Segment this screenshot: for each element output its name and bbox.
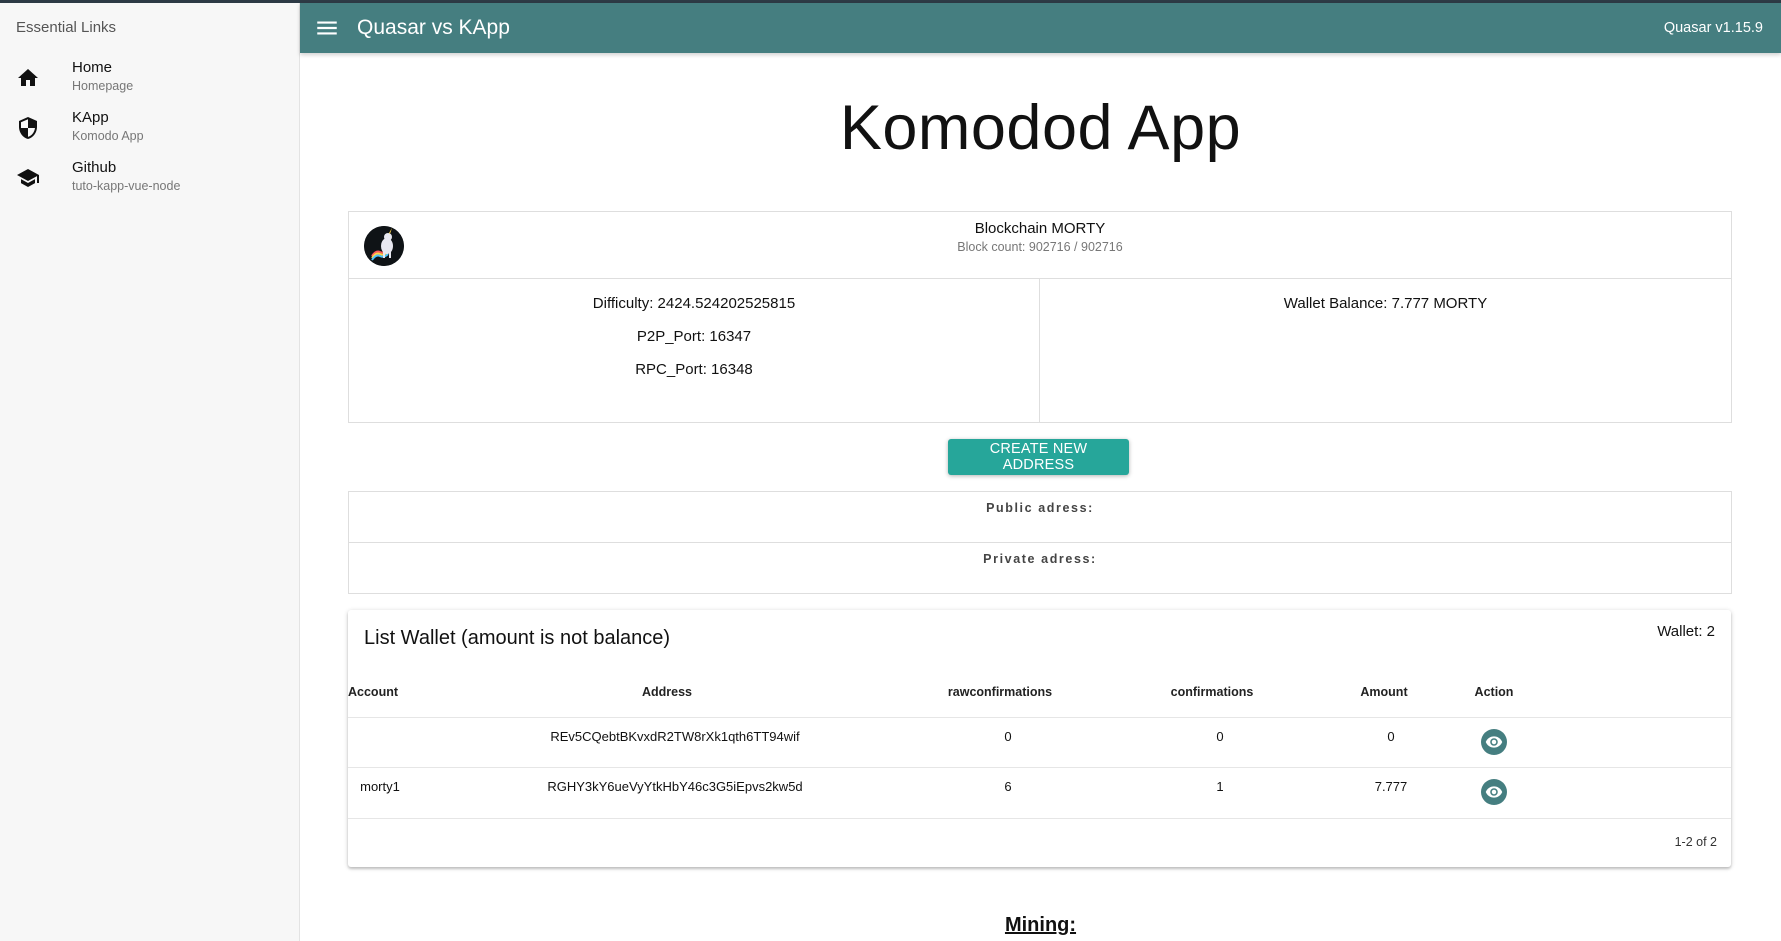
column-header-confirmations[interactable]: confirmations — [1122, 685, 1302, 699]
sidebar-item-github[interactable]: Github tuto-kapp-vue-node — [0, 153, 299, 203]
page-title: Komodod App — [839, 93, 1242, 163]
column-header-rawconfirmations[interactable]: rawconfirmations — [910, 685, 1090, 699]
column-header-amount[interactable]: Amount — [1294, 685, 1474, 699]
eye-icon — [1485, 736, 1503, 748]
wallet-count: Wallet: 2 — [1657, 623, 1715, 640]
wallet-balance: Wallet Balance: 7.777 MORTY — [1283, 295, 1488, 312]
private-address-row: Private adress: — [349, 543, 1731, 593]
view-row-button[interactable] — [1481, 729, 1507, 755]
blockchain-name: Blockchain MORTY — [974, 220, 1106, 237]
version-label: Quasar v1.15.9 — [1663, 20, 1763, 36]
cell-confirmations: 1 — [1216, 779, 1224, 794]
cell-rawconfirmations: 6 — [1004, 779, 1012, 794]
sidebar-item-caption: tuto-kapp-vue-node — [72, 179, 181, 193]
sidebar-item-label: Home — [72, 59, 113, 76]
sidebar-header: Essential Links — [16, 19, 117, 36]
sidebar-item-label: KApp — [72, 109, 109, 126]
sidebar-item-label: Github — [72, 159, 117, 176]
eye-icon — [1485, 786, 1503, 798]
cell-confirmations: 0 — [1216, 729, 1224, 744]
address-panel: Public adress: Private adress: — [348, 491, 1732, 594]
wallet-table-title: List Wallet (amount is not balance) — [364, 627, 671, 649]
shield-icon — [16, 116, 40, 140]
cell-amount: 7.777 — [1374, 779, 1408, 794]
mining-heading: Mining: — [1004, 914, 1077, 936]
column-header-action: Action — [1474, 685, 1514, 699]
p2p-port: P2P_Port: 16347 — [636, 328, 752, 345]
wallet-balance-panel: Wallet Balance: 7.777 MORTY — [1040, 279, 1731, 422]
public-address-row: Public adress: — [349, 492, 1731, 543]
home-icon — [16, 66, 40, 90]
sidebar-item-caption: Komodo App — [72, 129, 144, 143]
table-row: REv5CQebtBKvxdR2TW8rXk1qth6TT94wif 0 0 0 — [348, 717, 1731, 768]
menu-icon[interactable] — [314, 15, 340, 41]
sidebar-item-caption: Homepage — [72, 79, 134, 93]
rpc-port: RPC_Port: 16348 — [635, 361, 753, 378]
cell-amount: 0 — [1387, 729, 1395, 744]
cell-account: morty1 — [360, 779, 400, 794]
view-row-button[interactable] — [1481, 779, 1507, 805]
blockchain-card-header: Blockchain MORTY Block count: 902716 / 9… — [349, 212, 1731, 279]
sidebar-item-kapp[interactable]: KApp Komodo App — [0, 103, 299, 153]
create-new-address-button[interactable]: CREATE NEW ADDRESS — [948, 439, 1129, 475]
difficulty: Difficulty: 2424.524202525815 — [592, 295, 796, 312]
school-icon — [16, 166, 40, 190]
column-header-address[interactable]: Address — [577, 685, 757, 699]
public-address-label: Public adress: — [986, 501, 1094, 515]
pagination-label: 1-2 of 2 — [1674, 835, 1717, 849]
blockchain-card: Blockchain MORTY Block count: 902716 / 9… — [348, 211, 1732, 423]
cell-address: REv5CQebtBKvxdR2TW8rXk1qth6TT94wif — [550, 729, 800, 744]
table-footer: 1-2 of 2 — [348, 818, 1731, 868]
block-count: Block count: 902716 / 902716 — [957, 240, 1123, 254]
cell-address: RGHY3kY6ueVyYtkHbY46c3G5iEpvs2kw5d — [547, 779, 803, 794]
wallet-table-card: List Wallet (amount is not balance) Wall… — [348, 610, 1731, 867]
sidebar-item-home[interactable]: Home Homepage — [0, 53, 299, 103]
app-title: Quasar vs KApp — [357, 16, 510, 39]
sidebar-drawer: Essential Links Home Homepage KApp Komod… — [0, 3, 300, 941]
table-row: morty1 RGHY3kY6ueVyYtkHbY46c3G5iEpvs2kw5… — [348, 767, 1731, 818]
blockchain-stats: Difficulty: 2424.524202525815 P2P_Port: … — [349, 279, 1040, 422]
app-header: Quasar vs KApp Quasar v1.15.9 — [300, 3, 1781, 53]
column-header-account[interactable]: Account — [283, 685, 463, 699]
cell-rawconfirmations: 0 — [1004, 729, 1012, 744]
private-address-label: Private adress: — [983, 552, 1097, 566]
